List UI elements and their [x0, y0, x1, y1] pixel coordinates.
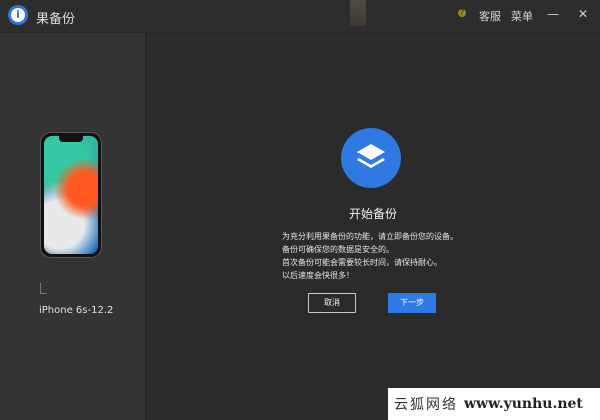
- description: 为充分利用果备份的功能，请立即备份您的设备。 备份可确保您的数据是安全的。 首次…: [282, 230, 522, 282]
- description-line: 以后速度会快很多！: [282, 271, 354, 280]
- main-panel: 开始备份 为充分利用果备份的功能，请立即备份您的设备。 备份可确保您的数据是安全…: [146, 33, 600, 420]
- help-icon[interactable]: ?: [458, 9, 466, 17]
- description-line: 为充分利用果备份的功能，请立即备份您的设备。: [282, 232, 458, 241]
- device-name: iPhone 6s-12.2: [39, 305, 114, 316]
- description-line: 首次备份可能会需要较长时间，请保持耐心。: [282, 258, 442, 267]
- next-button[interactable]: 下一步: [388, 293, 436, 313]
- cancel-button[interactable]: 取消: [308, 293, 356, 313]
- title-thumbnail: [350, 0, 366, 26]
- device-image: [41, 133, 101, 257]
- device-status-icon: [40, 283, 47, 294]
- minimize-icon[interactable]: —: [545, 6, 561, 22]
- watermark: 云狐网络 www.yunhu.net: [388, 388, 600, 420]
- close-icon[interactable]: ✕: [575, 6, 591, 22]
- device-sidebar: iPhone 6s-12.2: [0, 33, 146, 420]
- layers-icon: [341, 128, 401, 188]
- page-title: 开始备份: [348, 207, 397, 221]
- watermark-url: www.yunhu.net: [464, 396, 583, 412]
- watermark-cn: 云狐网络: [394, 397, 458, 413]
- app-logo-icon: i: [8, 5, 28, 25]
- menu-link[interactable]: 菜单: [511, 8, 533, 24]
- support-link[interactable]: 客服: [479, 8, 501, 24]
- title-bar: i 果备份 ? 客服 菜单 — ✕: [0, 0, 600, 33]
- app-title: 果备份: [36, 12, 76, 27]
- description-line: 备份可确保您的数据是安全的。: [282, 245, 394, 254]
